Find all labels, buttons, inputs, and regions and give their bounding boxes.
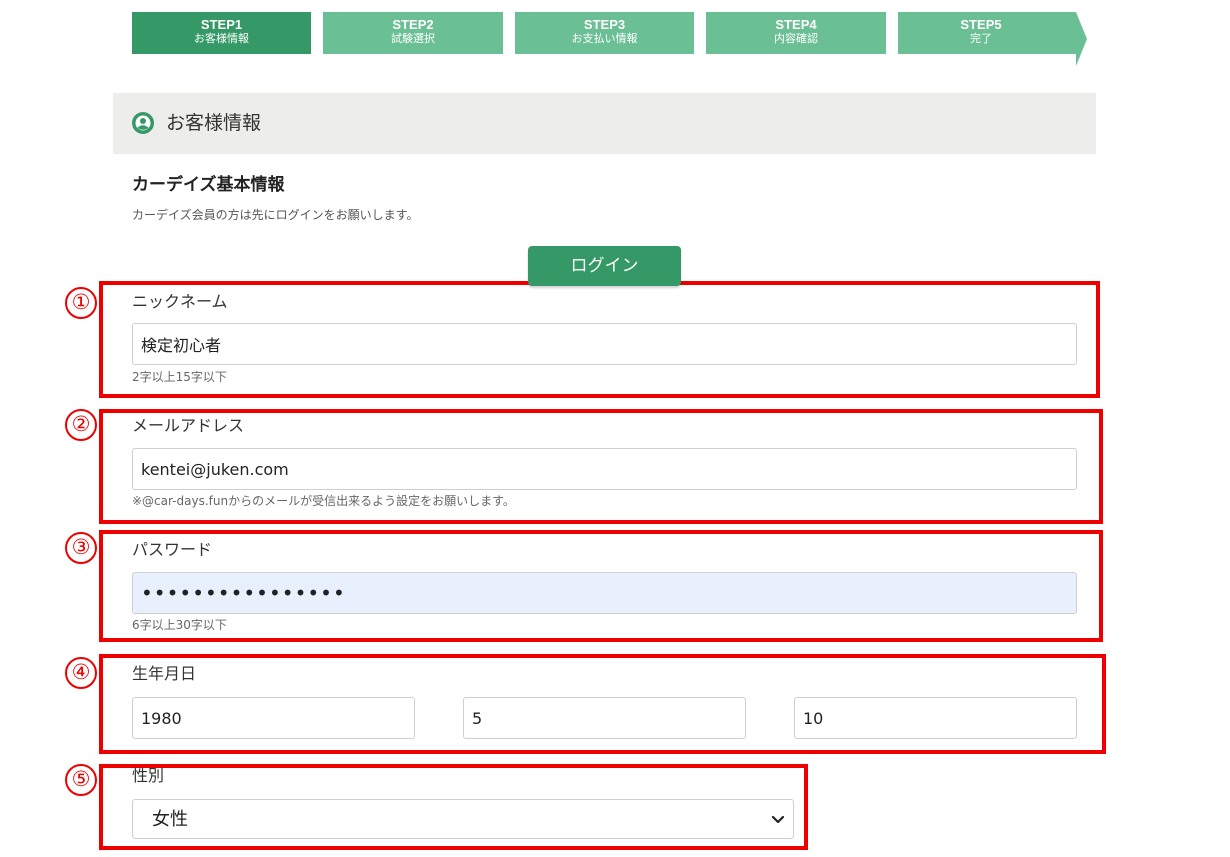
gender-select[interactable]: 女性 <box>132 799 794 839</box>
marker-2: ② <box>65 409 97 441</box>
password-input[interactable] <box>132 572 1077 614</box>
step-2: STEP2 試験選択 <box>323 12 503 54</box>
user-circle-icon <box>132 112 154 134</box>
section-header: お客様情報 <box>113 93 1096 154</box>
chevron-down-icon <box>771 815 785 824</box>
step-3: STEP3 お支払い情報 <box>515 12 694 54</box>
step-number: STEP3 <box>583 17 626 32</box>
step-label: 試験選択 <box>391 32 435 45</box>
email-hint: ※@car-days.funからのメールが受信出来るよう設定をお願いします。 <box>132 494 515 508</box>
step-number: STEP4 <box>775 17 817 32</box>
step-5: STEP5 完了 <box>898 12 1076 54</box>
birthday-label: 生年月日 <box>132 664 197 683</box>
gender-selected-value: 女性 <box>152 809 188 830</box>
login-button[interactable]: ログイン <box>528 246 681 286</box>
nickname-label: ニックネーム <box>132 292 228 311</box>
marker-3: ③ <box>65 532 97 564</box>
marker-5: ⑤ <box>65 764 97 796</box>
step-label: お客様情報 <box>194 32 249 45</box>
marker-4: ④ <box>65 657 97 689</box>
email-input[interactable] <box>132 448 1077 490</box>
section-title: お客様情報 <box>166 112 262 134</box>
step-number: STEP5 <box>960 17 1002 32</box>
email-label: メールアドレス <box>132 416 245 435</box>
step-label: お支払い情報 <box>571 32 638 45</box>
step-number: STEP2 <box>392 17 434 32</box>
birth-day-input[interactable] <box>794 697 1077 739</box>
step-label: 内容確認 <box>774 32 818 45</box>
login-note: カーデイズ会員の方は先にログインをお願いします。 <box>132 208 419 222</box>
password-label: パスワード <box>132 540 213 559</box>
password-hint: 6字以上30字以下 <box>132 618 227 632</box>
gender-label: 性別 <box>132 766 165 785</box>
step-arrow-icon <box>1076 12 1087 66</box>
step-number: STEP1 <box>200 17 243 32</box>
birth-month-input[interactable] <box>463 697 746 739</box>
nickname-hint: 2字以上15字以下 <box>132 370 227 384</box>
birth-year-input[interactable] <box>132 697 415 739</box>
step-label: 完了 <box>970 32 992 45</box>
progress-steps: STEP1 お客様情報 STEP2 試験選択 STEP3 お支払い情報 STEP… <box>132 12 1092 66</box>
basic-info-heading: カーデイズ基本情報 <box>132 175 285 195</box>
marker-1: ① <box>65 287 97 319</box>
step-1: STEP1 お客様情報 <box>132 12 311 54</box>
step-4: STEP4 内容確認 <box>706 12 886 54</box>
nickname-input[interactable] <box>132 323 1077 365</box>
